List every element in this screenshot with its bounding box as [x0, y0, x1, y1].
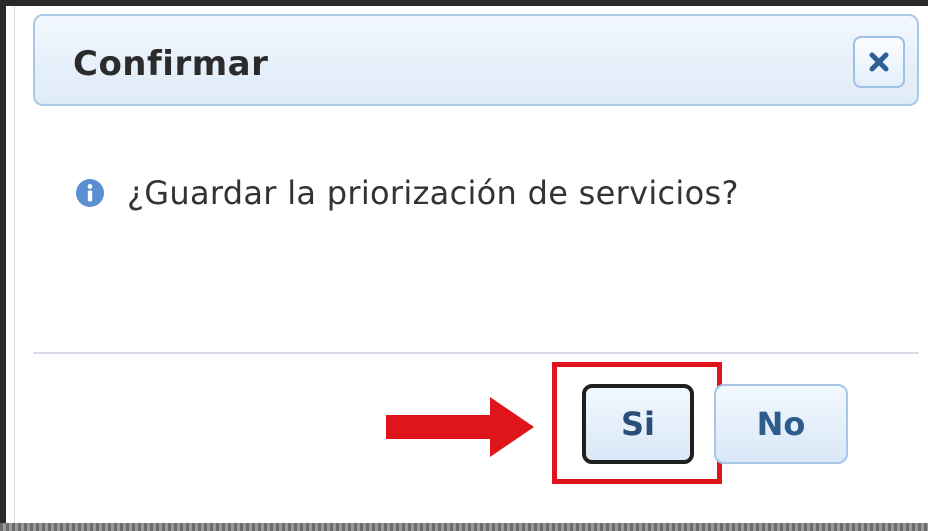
yes-button[interactable]: Si	[582, 384, 694, 464]
info-icon	[76, 179, 104, 207]
dialog-content: ¿Guardar la priorización de servicios?	[75, 174, 739, 212]
close-button[interactable]	[853, 36, 905, 88]
no-button[interactable]: No	[714, 384, 848, 464]
arrow-right-icon	[386, 397, 534, 457]
dialog-titlebar[interactable]: Confirmar	[33, 14, 919, 106]
screen: Confirmar ¿Guardar la priorización de se…	[0, 0, 928, 531]
window-frame-bottom	[0, 523, 928, 531]
close-icon	[869, 52, 889, 72]
dialog-message: ¿Guardar la priorización de servicios?	[127, 174, 739, 212]
button-pane-divider	[33, 352, 919, 354]
dialog-title: Confirmar	[73, 44, 269, 84]
window-frame-left	[0, 0, 6, 531]
